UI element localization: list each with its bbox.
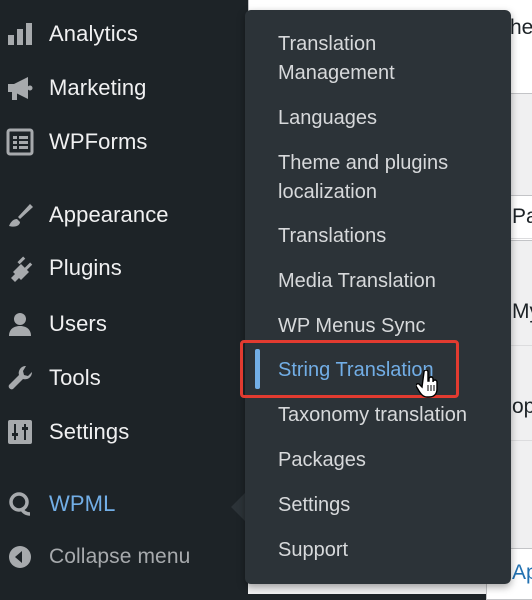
menu-label: Appearance xyxy=(49,202,169,227)
content-text-partial: Ap xyxy=(512,561,532,584)
collapse-menu-button[interactable]: Collapse menu xyxy=(0,535,248,579)
wpml-icon xyxy=(4,488,36,520)
menu-item-tools[interactable]: Tools xyxy=(0,356,248,400)
menu-item-plugins[interactable]: Plugins xyxy=(0,246,248,290)
menu-item-wpforms[interactable]: WPForms xyxy=(0,120,248,164)
submenu-item-theme-plugins-localization[interactable]: Theme and plugins localization xyxy=(278,149,478,207)
menu-label: Tools xyxy=(49,365,101,390)
hand-cursor-icon xyxy=(415,369,440,398)
menu-label: WPForms xyxy=(49,129,148,154)
collapse-arrow-icon xyxy=(4,541,36,573)
submenu-item-translations[interactable]: Translations xyxy=(278,222,386,251)
submenu-item-media-translation[interactable]: Media Translation xyxy=(278,267,436,296)
content-text-partial: My xyxy=(512,300,532,323)
menu-item-users[interactable]: Users xyxy=(0,302,248,346)
menu-label: Plugins xyxy=(49,255,122,280)
bar-chart-icon xyxy=(4,18,36,50)
content-text-partial: Pa xyxy=(512,205,532,228)
menu-label: WPML xyxy=(49,491,116,516)
menu-label: Collapse menu xyxy=(49,545,191,568)
submenu-item-support[interactable]: Support xyxy=(278,536,348,565)
user-icon xyxy=(4,308,36,340)
content-text-partial: he xyxy=(510,16,532,39)
form-icon xyxy=(4,126,36,158)
wrench-icon xyxy=(4,362,36,394)
menu-label: Users xyxy=(49,311,107,336)
sliders-icon xyxy=(4,416,36,448)
submenu-item-wp-menus-sync[interactable]: WP Menus Sync xyxy=(278,312,425,341)
content-text-partial: op xyxy=(512,395,532,418)
plug-icon xyxy=(4,252,36,284)
wpml-submenu: Translation Management Languages Theme a… xyxy=(245,10,511,584)
submenu-item-taxonomy-translation[interactable]: Taxonomy translation xyxy=(278,401,467,430)
submenu-item-packages[interactable]: Packages xyxy=(278,446,366,475)
menu-item-settings[interactable]: Settings xyxy=(0,410,248,454)
menu-label: Settings xyxy=(49,419,130,444)
admin-sidebar-menu: Analytics Marketing WPForms Appearance P… xyxy=(0,0,248,594)
menu-item-analytics[interactable]: Analytics xyxy=(0,12,248,56)
submenu-item-translation-management[interactable]: Translation Management xyxy=(278,30,478,88)
submenu-item-languages[interactable]: Languages xyxy=(278,104,377,133)
menu-label: Analytics xyxy=(49,21,138,46)
megaphone-icon xyxy=(4,72,36,104)
menu-item-appearance[interactable]: Appearance xyxy=(0,193,248,237)
menu-item-wpml[interactable]: WPML xyxy=(0,482,248,526)
menu-item-marketing[interactable]: Marketing xyxy=(0,66,248,110)
submenu-item-settings[interactable]: Settings xyxy=(278,491,350,520)
paintbrush-icon xyxy=(4,199,36,231)
submenu-pointer-arrow xyxy=(231,493,245,521)
menu-label: Marketing xyxy=(49,75,147,100)
